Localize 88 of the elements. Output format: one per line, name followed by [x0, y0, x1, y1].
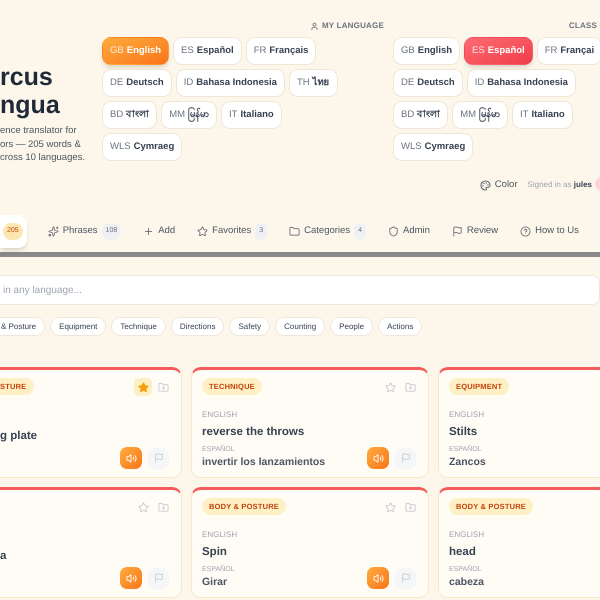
language-chip[interactable]: ID Bahasa Indonesia — [466, 69, 576, 97]
language-label: ENGLISH — [449, 408, 486, 420]
flag-icon — [400, 453, 410, 463]
app-title: ngua — [0, 91, 61, 119]
spanish-phrase: invertir los lanzamientos — [202, 455, 326, 470]
speaker-icon — [126, 572, 136, 584]
star-icon — [138, 502, 148, 512]
app-title: rcus — [0, 63, 54, 91]
nav-label: Review — [466, 224, 498, 238]
folder-add-icon[interactable] — [405, 502, 416, 512]
nav-tab[interactable]: Review — [440, 215, 510, 248]
report-button[interactable] — [148, 448, 169, 468]
flag-icon — [154, 453, 164, 463]
signed-in-text: Signed in as jules — [528, 179, 592, 192]
flag-icon — [154, 573, 164, 583]
language-chip[interactable]: DE Deutsch — [102, 69, 172, 97]
spanish-phrase: Zancos — [449, 455, 486, 470]
language-chip[interactable]: GB English — [393, 37, 460, 65]
filter-chip[interactable]: People — [330, 317, 374, 336]
star-icon — [384, 502, 396, 512]
english-phrase: Stilts — [449, 424, 478, 440]
language-chip[interactable]: BD বাংলা — [393, 101, 448, 129]
add-icon — [143, 226, 154, 237]
language-label: ENGLISH — [449, 528, 484, 540]
folder-add-icon[interactable] — [158, 502, 169, 512]
user-icon — [310, 22, 319, 30]
spanish-phrase: Girar — [202, 575, 228, 590]
nav-label: Favorites — [212, 224, 252, 238]
nav-label: How to Us — [535, 224, 579, 238]
filter-chip[interactable]: Technique — [111, 317, 166, 336]
nav-label: Phrases — [62, 224, 98, 238]
palette-icon — [480, 180, 491, 191]
language-chip[interactable]: BD বাংলা — [102, 101, 158, 129]
app-tagline: ors — 205 words & — [0, 138, 82, 151]
folder-add-icon[interactable] — [405, 382, 416, 392]
language-chip[interactable]: IT Italiano — [221, 101, 282, 129]
language-chip[interactable]: WLS Cymraeg — [393, 133, 474, 161]
language-label: ENGLISH — [202, 408, 238, 420]
language-chip[interactable]: MM မြန်မာ — [161, 101, 218, 129]
speaker-icon — [126, 452, 136, 464]
nav-label: Admin — [402, 224, 430, 238]
language-chip[interactable]: TH ไทย — [288, 69, 338, 97]
language-chip[interactable]: FR Françai — [536, 37, 600, 65]
filter-chip[interactable]: Directions — [170, 317, 224, 336]
filter-chip[interactable]: Equipment — [50, 317, 106, 336]
nav-tab[interactable]: How to Us — [509, 215, 590, 248]
language-chip[interactable]: WLS Cymraeg — [102, 133, 182, 161]
filter-chip[interactable]: Counting — [275, 317, 326, 336]
speak-button[interactable] — [367, 567, 389, 589]
report-button[interactable] — [395, 448, 416, 468]
group-label: CLASS — [568, 20, 597, 32]
flag-icon — [400, 573, 410, 583]
app-tagline: ence translator for — [0, 124, 78, 138]
english-phrase: reverse the throws — [202, 424, 306, 440]
favorite-button[interactable] — [134, 378, 152, 396]
nav-label: Categories — [304, 224, 350, 238]
star-icon — [138, 382, 148, 392]
language-chip[interactable]: IT Italiano — [512, 101, 573, 129]
language-chip[interactable]: ID Bahasa Indonesia — [176, 69, 285, 97]
speak-button[interactable] — [367, 447, 389, 469]
speaker-icon — [372, 452, 384, 464]
help-icon — [520, 226, 532, 237]
nav-label: Add — [158, 224, 176, 238]
star-icon — [384, 382, 396, 392]
english-phrase: Spin — [202, 544, 228, 560]
spanish-phrase: cabeza — [449, 575, 484, 590]
folder-add-icon[interactable] — [158, 382, 169, 392]
filter-chip[interactable]: & Posture — [0, 317, 46, 336]
report-button[interactable] — [395, 568, 416, 588]
english-phrase: head — [449, 544, 477, 560]
speak-button[interactable] — [120, 567, 142, 589]
language-chip[interactable]: DE Deutsch — [393, 69, 463, 97]
language-chip[interactable]: MM မြန်မာ — [452, 101, 508, 129]
english-phrase: a — [0, 548, 6, 564]
english-phrase: g plate — [0, 428, 38, 444]
nav-tab[interactable]: Add — [132, 215, 186, 248]
color-button[interactable]: Color — [480, 178, 518, 192]
nav-tab[interactable]: Admin — [376, 215, 441, 248]
speaker-icon — [372, 572, 384, 584]
filter-chip[interactable]: Safety — [229, 317, 270, 336]
language-label: ENGLISH — [202, 528, 238, 540]
speak-button[interactable] — [120, 447, 142, 469]
language-chip[interactable]: FR Français — [246, 37, 316, 65]
filter-chip[interactable]: Actions — [378, 317, 422, 336]
report-button[interactable] — [148, 568, 169, 588]
group-label: MY LANGUAGE — [310, 20, 384, 32]
language-chip[interactable]: ES Español — [173, 37, 242, 65]
app-tagline: cross 10 languages. — [0, 151, 86, 164]
